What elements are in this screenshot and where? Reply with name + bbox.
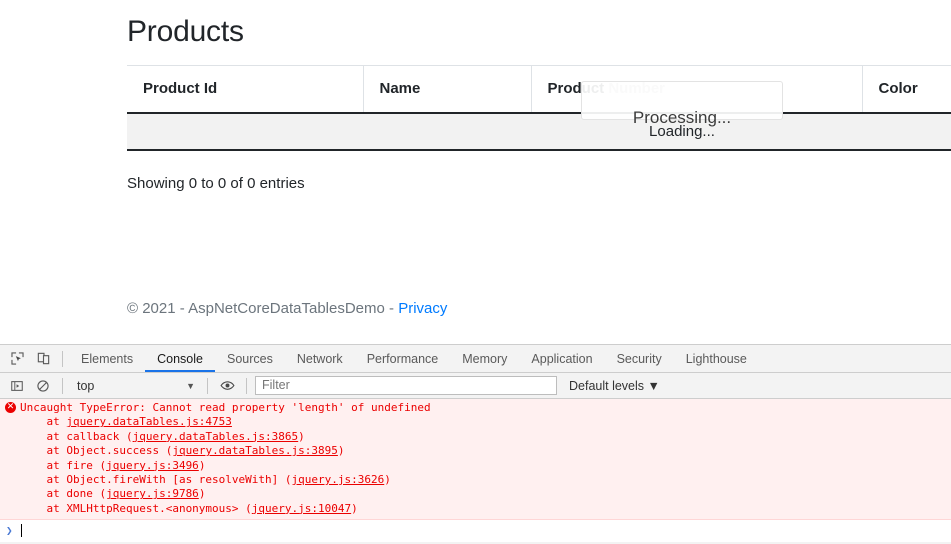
loading-label: Loading... bbox=[649, 123, 715, 140]
devtools-tabbar: Elements Console Sources Network Perform… bbox=[0, 345, 951, 373]
products-datatable-wrapper: Product Id Name Product Number Color bbox=[127, 65, 951, 151]
table-cell bbox=[363, 112, 531, 151]
device-toolbar-icon[interactable] bbox=[30, 346, 56, 372]
stack-frame-suffix: ) bbox=[198, 458, 206, 472]
error-icon: ✕ bbox=[5, 402, 16, 413]
stack-frame-suffix: ) bbox=[337, 444, 345, 458]
stack-frame-suffix: ) bbox=[384, 473, 391, 487]
console-toolbar-divider-2 bbox=[207, 377, 208, 394]
browser-page-viewport: Products Product Id Name Product Number … bbox=[0, 0, 951, 344]
page-title: Products bbox=[127, 15, 244, 48]
products-table: Product Id Name Product Number Color bbox=[127, 65, 951, 151]
table-info-entries: Showing 0 to 0 of 0 entries bbox=[127, 175, 305, 192]
console-error-group[interactable]: ✕ Uncaught TypeError: Cannot read proper… bbox=[0, 399, 951, 521]
console-context-select[interactable]: top ▼ bbox=[69, 376, 201, 395]
table-cell bbox=[127, 112, 363, 151]
tab-network[interactable]: Network bbox=[285, 345, 355, 372]
tab-console[interactable]: Console bbox=[145, 345, 215, 372]
stack-frame-text: at Object.fireWith [as resolveWith] ( bbox=[20, 473, 292, 487]
stack-frame: at fire (jquery.js:3496) bbox=[0, 459, 951, 473]
devtools-panel: Elements Console Sources Network Perform… bbox=[0, 344, 951, 544]
table-header-row: Product Id Name Product Number Color bbox=[127, 65, 951, 114]
stack-frame: at Object.success (jquery.dataTables.js:… bbox=[0, 444, 951, 458]
tab-lighthouse[interactable]: Lighthouse bbox=[674, 345, 759, 372]
column-header-color[interactable]: Color bbox=[861, 65, 951, 114]
tab-memory[interactable]: Memory bbox=[450, 345, 519, 372]
stack-frame-suffix: ) bbox=[198, 487, 206, 501]
stack-frame-text: at done ( bbox=[20, 487, 107, 501]
console-error-message: Uncaught TypeError: Cannot read property… bbox=[20, 401, 431, 414]
privacy-link[interactable]: Privacy bbox=[398, 300, 447, 317]
toolbar-divider bbox=[62, 350, 63, 367]
stack-frame-link[interactable]: jquery.dataTables.js:3895 bbox=[172, 444, 338, 457]
stack-frame-link[interactable]: jquery.js:9786 bbox=[106, 487, 199, 500]
live-expression-icon[interactable] bbox=[214, 373, 240, 399]
console-filter-input[interactable] bbox=[255, 376, 557, 395]
inspect-element-icon[interactable] bbox=[4, 346, 30, 372]
table-cell bbox=[862, 112, 951, 151]
chevron-down-icon: ▼ bbox=[186, 380, 195, 391]
stack-frame: at callback (jquery.dataTables.js:3865) bbox=[0, 430, 951, 444]
stack-frame: at done (jquery.js:9786) bbox=[0, 487, 951, 501]
stack-frame-link[interactable]: jquery.js:10047 bbox=[252, 502, 351, 515]
stack-frame-text: at fire ( bbox=[20, 458, 107, 472]
console-log-levels-select[interactable]: Default levels ▼ bbox=[569, 379, 660, 393]
console-toolbar: top ▼ Default levels ▼ bbox=[0, 373, 951, 399]
console-prompt-row[interactable]: ❯ bbox=[0, 520, 951, 538]
column-header-name[interactable]: Name bbox=[362, 65, 531, 114]
page-footer: © 2021 - AspNetCoreDataTablesDemo - Priv… bbox=[0, 300, 951, 317]
stack-frame-text: at bbox=[20, 415, 67, 429]
clear-console-icon[interactable] bbox=[30, 373, 56, 399]
tab-sources[interactable]: Sources bbox=[215, 345, 285, 372]
tab-elements[interactable]: Elements bbox=[69, 345, 145, 372]
console-context-label: top bbox=[77, 378, 95, 393]
stack-frame-link[interactable]: jquery.dataTables.js:4753 bbox=[66, 415, 232, 428]
console-output[interactable]: ✕ Uncaught TypeError: Cannot read proper… bbox=[0, 399, 951, 542]
footer-copyright: © 2021 - AspNetCoreDataTablesDemo - bbox=[127, 300, 399, 317]
table-head: Product Id Name Product Number Color bbox=[127, 65, 951, 114]
console-toolbar-divider-3 bbox=[246, 377, 247, 394]
tab-performance[interactable]: Performance bbox=[355, 345, 451, 372]
prompt-arrow-icon: ❯ bbox=[6, 523, 13, 537]
table-row bbox=[127, 112, 951, 151]
text-caret bbox=[20, 523, 22, 537]
tab-application[interactable]: Application bbox=[519, 345, 604, 372]
console-sidebar-icon[interactable] bbox=[4, 373, 30, 399]
stack-frame-link[interactable]: jquery.js:3496 bbox=[106, 459, 199, 472]
stack-frame: at XMLHttpRequest.<anonymous> (jquery.js… bbox=[0, 502, 951, 516]
stack-frame-suffix: ) bbox=[351, 501, 358, 515]
table-body bbox=[127, 112, 951, 151]
column-header-product-id[interactable]: Product Id bbox=[127, 65, 363, 114]
stack-frame-link[interactable]: jquery.dataTables.js:3865 bbox=[133, 430, 299, 443]
stack-frame-suffix: ) bbox=[298, 429, 305, 443]
stack-frame: at Object.fireWith [as resolveWith] (jqu… bbox=[0, 473, 951, 487]
stack-frame: at jquery.dataTables.js:4753 bbox=[0, 415, 951, 429]
stack-frame-text: at callback ( bbox=[20, 429, 133, 443]
stack-frame-text: at XMLHttpRequest.<anonymous> ( bbox=[20, 501, 252, 515]
stack-frame-link[interactable]: jquery.js:3626 bbox=[292, 473, 385, 486]
console-toolbar-divider bbox=[62, 377, 63, 394]
tab-security[interactable]: Security bbox=[605, 345, 674, 372]
stack-frame-text: at Object.success ( bbox=[20, 444, 173, 458]
